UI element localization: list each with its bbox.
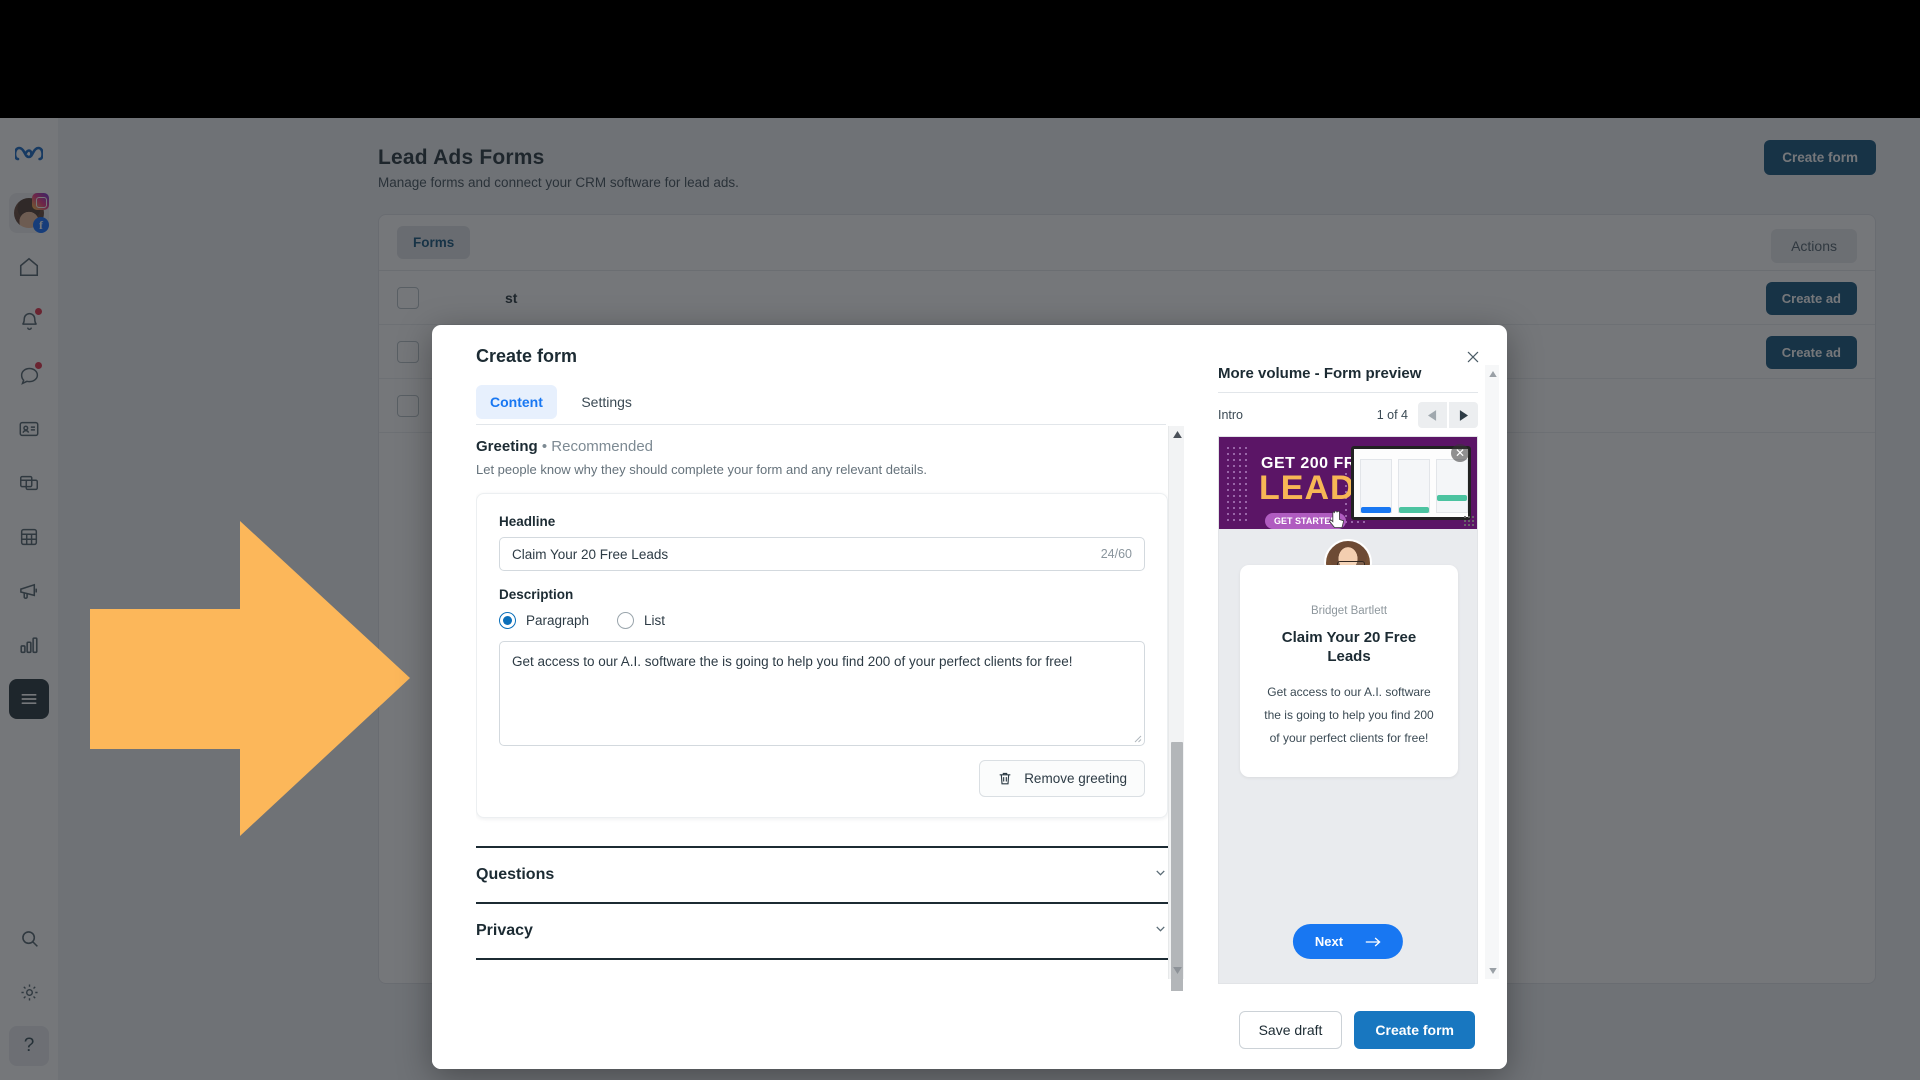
headline-input[interactable]: Claim Your 20 Free Leads 24/60 <box>499 537 1145 571</box>
preview-frame: GET 200 FREE LEADS GET STARTED ✕ Bridget… <box>1218 436 1478 984</box>
cursor-hand-icon <box>1328 510 1345 528</box>
remove-greeting-row: Remove greeting <box>499 760 1145 797</box>
preview-title: More volume - Form preview <box>1218 365 1422 382</box>
banner-dot-pattern <box>1225 445 1247 521</box>
greeting-recommended-badge: • Recommended <box>541 438 653 455</box>
preview-next-label: Next <box>1314 934 1344 949</box>
greeting-card: Headline Claim Your 20 Free Leads 24/60 … <box>476 493 1168 818</box>
preview-profile-name: Bridget Bartlett <box>1310 605 1388 617</box>
resize-grip-icon[interactable] <box>1132 733 1142 743</box>
modal-title: Create form <box>476 346 578 366</box>
remove-greeting-button[interactable]: Remove greeting <box>979 760 1145 797</box>
form-preview-panel: More volume - Form preview Intro 1 of 4 … <box>1218 365 1478 984</box>
preview-prev-button[interactable] <box>1418 402 1447 428</box>
preview-next-cta-button[interactable]: Next <box>1292 924 1404 959</box>
preview-scrollbar[interactable] <box>1485 365 1499 979</box>
preview-headline: Claim Your 20 Free Leads <box>1281 629 1417 665</box>
description-label: Description <box>499 587 574 602</box>
content-scrollbar[interactable] <box>1168 426 1185 1037</box>
chevron-down-icon <box>1153 865 1168 885</box>
trash-icon <box>999 772 1011 785</box>
headline-value: Claim Your 20 Free Leads <box>512 546 669 562</box>
description-value: Get access to our A.I. software the is g… <box>512 654 1073 669</box>
radio-list-label[interactable]: List <box>644 613 665 628</box>
banner-drag-handle-icon[interactable] <box>1463 515 1475 527</box>
remove-greeting-label: Remove greeting <box>1024 771 1127 786</box>
tab-content[interactable]: Content <box>476 385 557 419</box>
chevron-down-icon <box>1153 977 1168 979</box>
annotation-arrow <box>90 521 410 836</box>
letterbox-top-bar <box>0 0 1920 118</box>
create-form-button[interactable]: Create form <box>1354 1011 1475 1049</box>
preview-step-row: Intro 1 of 4 <box>1218 392 1478 428</box>
browser-viewport: Lead Ads Forms Manage forms and connect … <box>0 118 1920 1080</box>
description-format-radio-group: Paragraph List <box>499 612 1145 629</box>
accordion-privacy-label: Privacy <box>476 922 533 939</box>
preview-step-label: Intro <box>1218 408 1244 422</box>
greeting-section-title: Greeting • Recommended <box>476 426 1168 455</box>
modal-footer: Save draft Create form <box>432 991 1507 1069</box>
content-scroll-area: Greeting • Recommended Let people know w… <box>476 426 1168 979</box>
scroll-down-arrow-icon[interactable] <box>1169 962 1185 979</box>
save-draft-button[interactable]: Save draft <box>1238 1011 1343 1049</box>
modal-tabs: Content Settings <box>476 385 1166 425</box>
preview-intro-card: Bridget Bartlett Claim Your 20 Free Lead… <box>1240 565 1458 777</box>
greeting-title-text: Greeting <box>476 438 538 455</box>
accordion-completion-label: Completion <box>476 978 564 979</box>
greeting-section-subtitle: Let people know why they should complete… <box>476 462 927 477</box>
radio-list[interactable] <box>617 612 635 629</box>
radio-paragraph-label[interactable]: Paragraph <box>526 613 589 628</box>
accordion-questions[interactable]: Questions <box>476 846 1168 902</box>
preview-banner-image: GET 200 FREE LEADS GET STARTED ✕ <box>1219 437 1477 529</box>
chevron-down-icon <box>1153 921 1168 941</box>
headline-label: Headline <box>499 514 556 529</box>
accordion-privacy[interactable]: Privacy <box>476 902 1168 958</box>
radio-paragraph[interactable] <box>499 612 516 629</box>
preview-description: Get access to our A.I. software the is g… <box>1264 684 1434 746</box>
accordion-completion[interactable]: Completion <box>476 958 1168 979</box>
accordion-list: Questions Privacy Completion <box>476 846 1168 979</box>
preview-step-count: 1 of 4 <box>1376 408 1408 422</box>
tab-settings[interactable]: Settings <box>567 385 646 419</box>
banner-close-icon[interactable]: ✕ <box>1451 444 1469 462</box>
arrow-right-icon <box>1365 937 1381 946</box>
scroll-up-arrow-icon[interactable] <box>1169 426 1185 443</box>
preview-next-button[interactable] <box>1449 402 1478 428</box>
accordion-questions-label: Questions <box>476 866 555 883</box>
preview-scroll-up-arrow-icon[interactable] <box>1485 365 1501 382</box>
description-textarea[interactable]: Get access to our A.I. software the is g… <box>499 641 1145 746</box>
headline-character-counter: 24/60 <box>1100 547 1132 561</box>
create-form-modal: Create form Content Settings Greeting • … <box>432 325 1507 1069</box>
preview-scroll-down-arrow-icon[interactable] <box>1485 962 1501 979</box>
